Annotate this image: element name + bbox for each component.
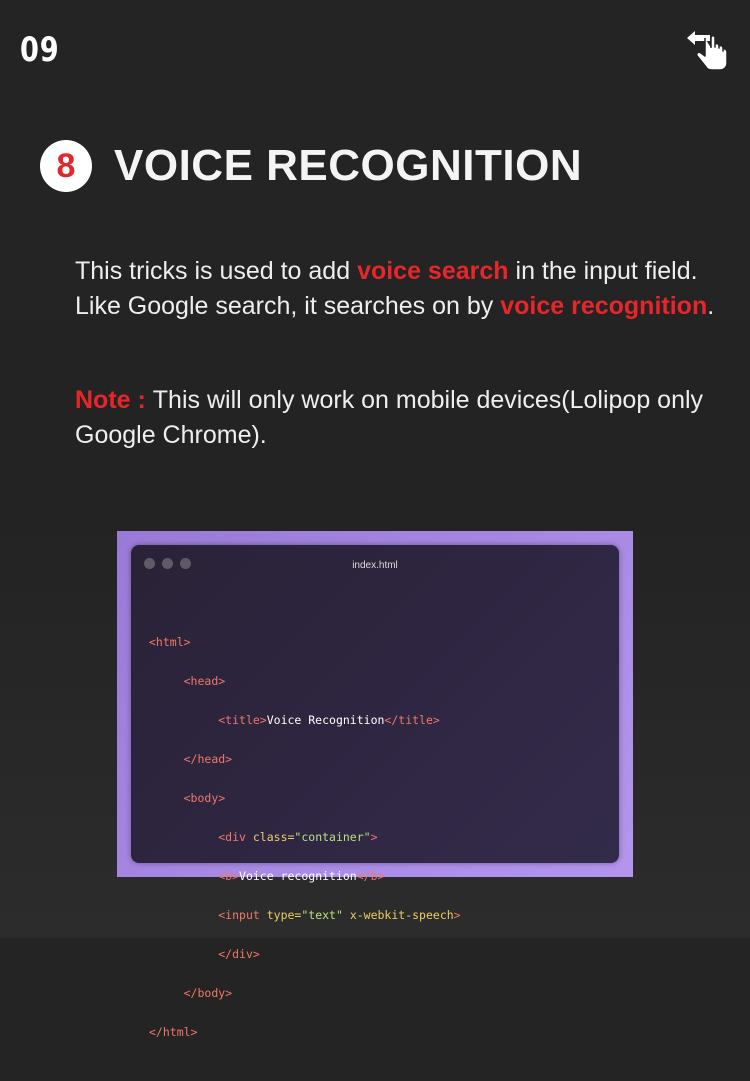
code-token: x-webkit-speech [342, 907, 454, 922]
code-screenshot-frame: index.html <html> <head> <title>Voice Re… [117, 531, 633, 1039]
code-token: > [453, 907, 461, 922]
code-line: <b>Voice recognition</b> [149, 867, 461, 887]
code-line: </body> [149, 984, 461, 1004]
code-token: </html> [149, 1024, 198, 1039]
code-line: <input type="text" x-webkit-speech> [149, 906, 461, 926]
code-token: <b> [218, 868, 240, 883]
code-block: <html> <head> <title>Voice Recognition</… [149, 613, 461, 1081]
code-token: </title> [384, 712, 440, 727]
code-line: </div> [149, 945, 461, 965]
code-token: <input [218, 907, 267, 922]
number-badge: 8 [40, 140, 92, 192]
code-token: <div [218, 829, 253, 844]
code-token: Voice recognition [239, 868, 357, 883]
section-title: VOICE RECOGNITION [114, 141, 583, 190]
code-line: <head> [149, 672, 461, 692]
code-token: "container" [294, 829, 371, 844]
highlight-voice-recognition: voice recognition [500, 292, 708, 320]
code-token: </body> [183, 985, 233, 1000]
swipe-left-hand-icon [687, 31, 728, 71]
code-line: <div class="container"> [149, 828, 461, 848]
code-line: </head> [149, 750, 461, 770]
note-label: Note : [75, 386, 153, 414]
section-heading: 8 VOICE RECOGNITION [40, 140, 582, 192]
code-token: <title> [218, 712, 267, 727]
description-paragraph: This tricks is used to add voice search … [75, 254, 715, 324]
note-paragraph: Note : This will only work on mobile dev… [75, 383, 715, 453]
code-line: <body> [149, 789, 461, 809]
code-token: Voice Recognition [266, 712, 385, 727]
description-text: This tricks is used to add [75, 257, 358, 285]
code-line: </html> [149, 1023, 461, 1043]
code-line: <html> [149, 633, 461, 653]
file-name: index.html [352, 560, 398, 571]
code-token: > [370, 829, 378, 844]
code-line: <title>Voice Recognition</title> [149, 711, 461, 731]
code-token: <html> [149, 634, 191, 649]
code-token: "text" [301, 907, 343, 922]
code-token: type= [266, 907, 302, 922]
code-editor-window: index.html <html> <head> <title>Voice Re… [131, 545, 619, 1039]
code-token: </div> [218, 946, 260, 961]
page-number: 09 [20, 30, 60, 70]
highlight-voice-search: voice search [357, 257, 509, 285]
code-token: <body> [183, 790, 226, 805]
code-token: </b> [356, 868, 385, 883]
note-text: This will only work on mobile devices(Lo… [75, 386, 704, 449]
code-token: </head> [183, 751, 233, 766]
code-token: class= [252, 829, 295, 844]
description-text: . [707, 292, 715, 320]
code-token: <head> [183, 673, 226, 688]
